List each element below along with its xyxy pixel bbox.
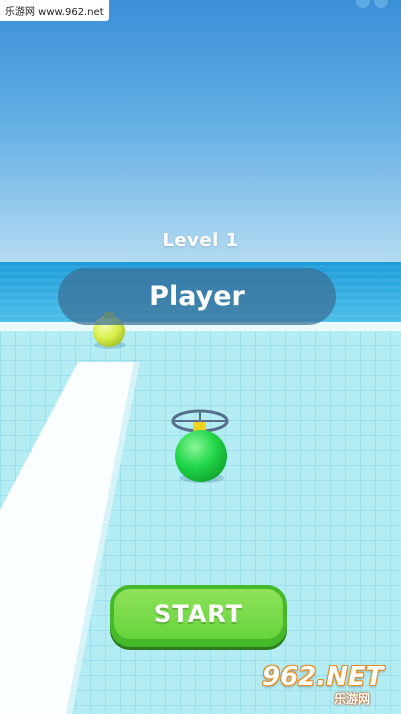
logo-main-text: 962.NET bbox=[262, 662, 384, 692]
logo-sub-text: 乐游网 bbox=[334, 692, 371, 706]
level-label: Level 1 bbox=[162, 230, 239, 251]
player-name-value: Player bbox=[149, 281, 245, 312]
game-screen: 乐游网 www.962.net Level 1 Player START 962… bbox=[0, 0, 401, 714]
player-ball[interactable] bbox=[175, 430, 227, 482]
player-ball-cap bbox=[193, 422, 206, 431]
player-name-field[interactable]: Player bbox=[58, 268, 336, 325]
watermark-label: 乐游网 www.962.net bbox=[0, 0, 109, 21]
site-logo: 962.NET 乐游网 bbox=[262, 662, 398, 710]
start-button-face: START bbox=[114, 589, 283, 639]
start-button-label: START bbox=[153, 600, 244, 628]
start-button[interactable]: START bbox=[110, 585, 287, 647]
